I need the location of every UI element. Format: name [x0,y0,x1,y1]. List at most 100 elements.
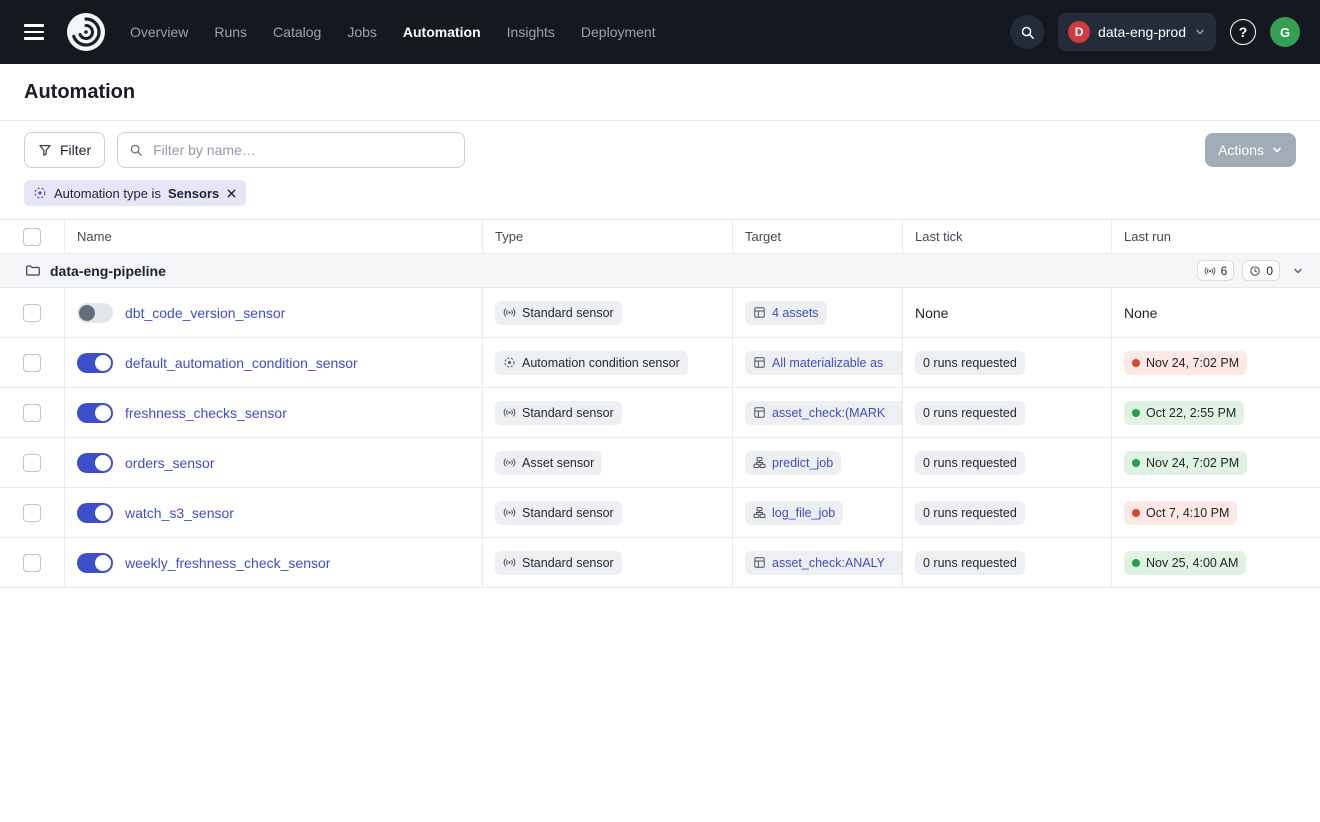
target-label: predict_job [772,456,833,470]
sensor-toggle[interactable] [77,303,113,323]
sensor-toggle[interactable] [77,403,113,423]
target-cell: predict_job [732,438,902,487]
last-run-label: Oct 22, 2:55 PM [1146,406,1236,420]
table-header: Name Type Target Last tick Last run [0,220,1320,254]
target-cell: asset_check:(MARK [732,388,902,437]
last-run-tag[interactable]: Nov 24, 7:02 PM [1124,451,1247,475]
name-cell: dbt_code_version_sensor [64,288,482,337]
code-location-group-row[interactable]: data-eng-pipeline 6 0 [0,254,1320,288]
sensor-toggle[interactable] [77,503,113,523]
row-checkbox[interactable] [23,354,41,372]
last-run-cell: Nov 25, 4:00 AM [1111,538,1320,587]
clock-icon [1249,265,1261,277]
row-checkbox[interactable] [23,304,41,322]
target-cell: 4 assets [732,288,902,337]
sensor-toggle[interactable] [77,553,113,573]
row-checkbox[interactable] [23,454,41,472]
target-tag[interactable]: asset_check:(MARK [745,401,902,425]
sensor-icon [503,456,516,469]
target-tag[interactable]: log_file_job [745,501,843,525]
last-tick-cell: 0 runs requested [902,488,1111,537]
chevron-down-icon [1194,26,1206,38]
name-filter-field [117,132,465,168]
nav-item-jobs[interactable]: Jobs [347,24,377,40]
target-label: All materializable as [772,356,883,370]
table-row: freshness_checks_sensorStandard sensoras… [0,388,1320,438]
table-row: watch_s3_sensorStandard sensorlog_file_j… [0,488,1320,538]
last-run-tag[interactable]: Oct 7, 4:10 PM [1124,501,1237,525]
last-run-tag[interactable]: Nov 24, 7:02 PM [1124,351,1247,375]
select-all-checkbox[interactable] [23,228,41,246]
nav-right-cluster: D data-eng-prod ? G [1010,13,1300,51]
run-status-dot [1132,509,1140,517]
column-header-type: Type [482,220,732,253]
target-cell: asset_check:ANALY [732,538,902,587]
nav-item-overview[interactable]: Overview [130,24,188,40]
row-checkbox[interactable] [23,554,41,572]
nav-item-runs[interactable]: Runs [214,24,247,40]
last-tick-tag: 0 runs requested [915,451,1025,475]
row-checkbox[interactable] [23,504,41,522]
target-tag[interactable]: asset_check:ANALY [745,551,902,575]
table-row: orders_sensorAsset sensorpredict_job0 ru… [0,438,1320,488]
column-header-last-run: Last run [1111,220,1320,253]
last-run-tag[interactable]: Oct 22, 2:55 PM [1124,401,1244,425]
filter-button-label: Filter [60,142,91,158]
deployment-switcher[interactable]: D data-eng-prod [1058,13,1216,51]
actions-button-label: Actions [1218,142,1264,158]
target-label: asset_check:ANALY [772,556,885,570]
checkbox-cell [0,488,64,537]
nav-item-deployment[interactable]: Deployment [581,24,656,40]
sensor-icon [503,556,516,569]
sensor-name-link[interactable]: freshness_checks_sensor [125,405,287,421]
sensor-name-link[interactable]: weekly_freshness_check_sensor [125,555,330,571]
row-checkbox[interactable] [23,404,41,422]
checkbox-cell [0,538,64,587]
sensor-name-link[interactable]: dbt_code_version_sensor [125,305,285,321]
top-nav: Overview Runs Catalog Jobs Automation In… [0,0,1320,64]
hamburger-menu-icon[interactable] [20,20,48,44]
last-tick-label: 0 runs requested [923,406,1017,420]
collapse-chevron-icon[interactable] [1292,265,1304,277]
last-tick-cell: None [902,288,1111,337]
sensor-toggle[interactable] [77,353,113,373]
table-row: weekly_freshness_check_sensor Standard se… [0,538,1320,588]
last-run-label: Oct 7, 4:10 PM [1146,506,1229,520]
last-run-tag[interactable]: Nov 25, 4:00 AM [1124,551,1246,575]
type-cell: Standard sensor [482,538,732,587]
nav-item-automation[interactable]: Automation [403,24,481,40]
sensor-type-label: Standard sensor [522,306,614,320]
schedule-count-badge: 0 [1242,260,1280,281]
last-tick-label: 0 runs requested [923,356,1017,370]
nav-item-insights[interactable]: Insights [507,24,555,40]
sensor-name-link[interactable]: default_automation_condition_sensor [125,355,358,371]
target-cell: All materializable as [732,338,902,387]
last-tick-label: 0 runs requested [923,456,1017,470]
last-run-label: Nov 24, 7:02 PM [1146,356,1239,370]
nav-item-catalog[interactable]: Catalog [273,24,321,40]
primary-nav: Overview Runs Catalog Jobs Automation In… [130,24,656,40]
target-tag[interactable]: 4 assets [745,301,827,325]
checkbox-cell [0,338,64,387]
sensor-count: 6 [1221,264,1228,278]
target-tag[interactable]: predict_job [745,451,841,475]
filter-button[interactable]: Filter [24,132,105,168]
sensor-toggle[interactable] [77,453,113,473]
checkbox-cell [0,288,64,337]
last-tick-tag: 0 runs requested [915,501,1025,525]
run-status-dot [1132,409,1140,417]
close-icon[interactable] [226,188,237,199]
sensor-name-link[interactable]: watch_s3_sensor [125,505,234,521]
last-tick-cell: 0 runs requested [902,438,1111,487]
last-tick-cell: 0 runs requested [902,538,1111,587]
actions-button[interactable]: Actions [1205,133,1296,167]
dagster-logo-icon[interactable] [66,12,106,52]
global-search-button[interactable] [1010,15,1044,49]
user-avatar[interactable]: G [1270,17,1300,47]
help-icon[interactable]: ? [1230,19,1256,45]
sensor-name-link[interactable]: orders_sensor [125,455,215,471]
sensor-icon [503,506,516,519]
target-tag[interactable]: All materializable as [745,351,902,375]
table-body: dbt_code_version_sensor Standard sensor 4 … [0,288,1320,588]
name-filter-input[interactable] [151,141,453,159]
